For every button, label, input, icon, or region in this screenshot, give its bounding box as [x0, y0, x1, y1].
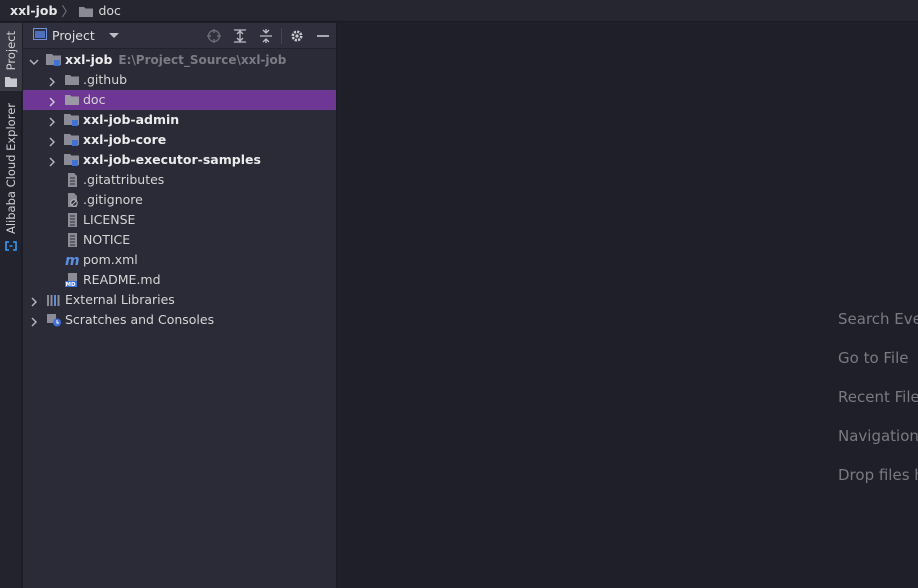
editor-area[interactable]: Search Eve Go to File Recent File Naviga…	[338, 23, 918, 588]
tree-item-selected[interactable]: doc	[23, 90, 336, 110]
tree-item[interactable]: .gitattributes	[23, 170, 336, 190]
chevron-right-icon[interactable]	[47, 115, 57, 127]
module-folder-icon	[64, 153, 80, 167]
minimize-icon[interactable]	[310, 23, 336, 49]
breadcrumb-project[interactable]: xxl-job	[10, 3, 57, 18]
tree-item-label: Scratches and Consoles	[65, 312, 215, 327]
tree-item-label: NOTICE	[83, 232, 131, 247]
alibaba-cloud-tool-tab[interactable]: Alibaba Cloud Explorer	[0, 103, 22, 253]
navigation-breadcrumb: xxl-job 〉 doc	[0, 0, 918, 22]
chevron-down-icon[interactable]	[29, 55, 39, 65]
tree-item-label: xxl-job-admin	[83, 112, 180, 127]
chevron-right-icon[interactable]	[47, 135, 57, 147]
maven-icon: m	[64, 253, 80, 269]
ignore-file-icon	[64, 193, 80, 207]
tree-item[interactable]: NOTICE	[23, 230, 336, 250]
project-view-icon	[33, 28, 47, 43]
text-file-icon	[64, 233, 80, 247]
breadcrumb-folder[interactable]: doc	[98, 3, 120, 18]
folder-icon	[79, 5, 94, 17]
left-tool-stripe: Project Alibaba Cloud Explorer	[0, 23, 22, 588]
tree-root-label: xxl-job E:\Project_Source\xxl-job	[65, 52, 287, 68]
tree-item[interactable]: xxl-job-admin	[23, 110, 336, 130]
module-folder-icon	[46, 53, 62, 67]
toolbar-divider	[281, 28, 282, 44]
tree-root-row[interactable]: xxl-job E:\Project_Source\xxl-job	[23, 50, 336, 70]
module-folder-icon	[64, 133, 80, 147]
tree-item[interactable]: LICENSE	[23, 210, 336, 230]
markdown-file-icon: MD	[64, 273, 80, 288]
chevron-right-icon[interactable]	[29, 315, 39, 327]
project-tree: xxl-job E:\Project_Source\xxl-job .github…	[23, 50, 336, 330]
tree-item[interactable]: xxl-job-executor-samples	[23, 150, 336, 170]
tree-item-label: .gitignore	[83, 192, 143, 207]
scratches-row[interactable]: Scratches and Consoles	[23, 310, 336, 330]
folder-icon	[64, 73, 80, 87]
hint-search-everywhere: Search Eve	[838, 310, 918, 328]
hint-navigation-bar: Navigation	[838, 427, 918, 445]
folder-icon	[5, 75, 17, 90]
text-file-icon	[64, 173, 80, 187]
tree-item[interactable]: m pom.xml	[23, 250, 336, 270]
breadcrumb-separator: 〉	[61, 5, 75, 20]
module-folder-icon	[64, 113, 80, 127]
project-panel: Project xxl-job E:\Project_Source\xxl-jo…	[23, 23, 337, 588]
alibaba-tab-label: Alibaba Cloud Explorer	[4, 103, 18, 234]
expand-all-icon[interactable]	[227, 23, 253, 49]
text-file-icon	[64, 213, 80, 227]
tree-item-label: LICENSE	[83, 212, 136, 227]
tree-item-label: xxl-job-executor-samples	[83, 152, 261, 167]
chevron-down-icon[interactable]	[108, 33, 119, 38]
tree-item[interactable]: MD README.md	[23, 270, 336, 290]
tree-item-label: xxl-job-core	[83, 132, 167, 147]
panel-toolbar	[201, 23, 336, 49]
project-tab-label: Project	[4, 31, 18, 71]
tree-item[interactable]: xxl-job-core	[23, 130, 336, 150]
alibaba-cloud-icon	[5, 239, 17, 254]
tree-item[interactable]: .gitignore	[23, 190, 336, 210]
chevron-right-icon[interactable]	[47, 75, 57, 87]
hint-drop-files: Drop files h	[838, 466, 918, 484]
chevron-right-icon[interactable]	[47, 95, 57, 107]
tree-item-label: README.md	[83, 272, 161, 287]
collapse-all-icon[interactable]	[253, 23, 279, 49]
external-libraries-row[interactable]: External Libraries	[23, 290, 336, 310]
panel-title[interactable]: Project	[52, 28, 95, 43]
project-panel-header: Project	[23, 23, 336, 49]
tree-item-label: External Libraries	[65, 292, 175, 307]
hint-recent-files: Recent File	[838, 388, 918, 406]
chevron-right-icon[interactable]	[47, 155, 57, 167]
tree-item-label: .gitattributes	[83, 172, 165, 187]
tree-item-label: doc	[83, 92, 106, 107]
project-path: E:\Project_Source\xxl-job	[118, 53, 287, 67]
chevron-right-icon[interactable]	[29, 295, 39, 307]
tree-item-label: pom.xml	[83, 252, 138, 267]
folder-icon	[64, 93, 80, 107]
project-tool-tab[interactable]: Project	[0, 23, 22, 91]
locate-icon[interactable]	[201, 23, 227, 49]
scratches-icon	[46, 313, 62, 327]
hint-go-to-file: Go to File	[838, 349, 909, 367]
gear-icon[interactable]	[284, 23, 310, 49]
svg-text:MD: MD	[66, 282, 76, 287]
svg-text:m: m	[65, 253, 80, 267]
tree-item[interactable]: .github	[23, 70, 336, 90]
library-icon	[46, 293, 62, 307]
tree-item-label: .github	[83, 72, 128, 87]
